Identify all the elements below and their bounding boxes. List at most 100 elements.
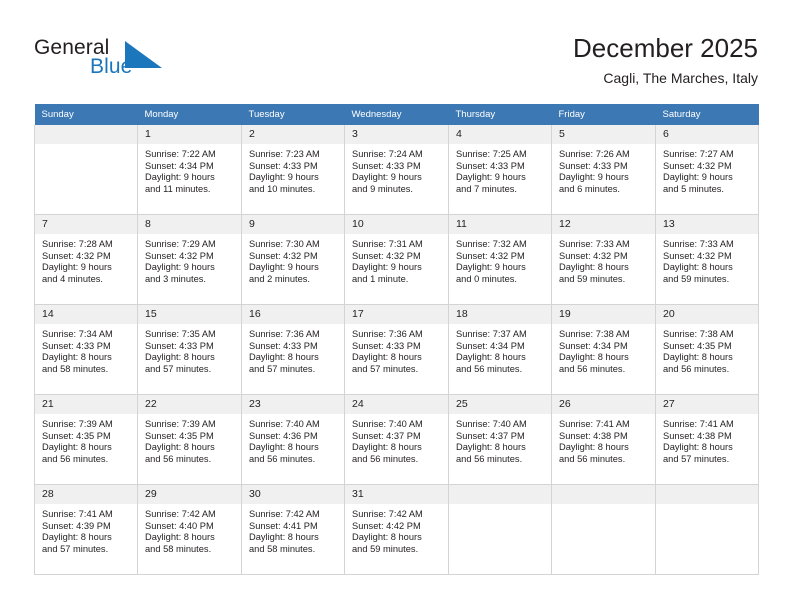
daylight-text-cont: and 57 minutes. — [352, 363, 419, 374]
day-number: 23 — [242, 395, 344, 414]
day-cell[interactable]: 4 Sunrise: 7:25 AM Sunset: 4:33 PM Dayli… — [448, 125, 552, 215]
day-cell-empty — [551, 484, 656, 575]
day-cell[interactable]: 25 Sunrise: 7:40 AM Sunset: 4:37 PM Dayl… — [448, 394, 552, 485]
calendar-page: General Blue December 2025 Cagli, The Ma… — [0, 0, 792, 612]
day-number: 30 — [242, 485, 344, 504]
day-cell[interactable]: 26 Sunrise: 7:41 AM Sunset: 4:38 PM Dayl… — [551, 394, 656, 485]
daylight-text: Daylight: 9 hours — [456, 172, 526, 183]
daylight-text-cont: and 59 minutes. — [663, 273, 730, 284]
day-cell[interactable]: 10 Sunrise: 7:31 AM Sunset: 4:32 PM Dayl… — [344, 214, 449, 305]
day-cell[interactable]: 16 Sunrise: 7:36 AM Sunset: 4:33 PM Dayl… — [241, 304, 345, 395]
day-cell[interactable]: 7 Sunrise: 7:28 AM Sunset: 4:32 PM Dayli… — [34, 214, 138, 305]
sunset-text: Sunset: 4:32 PM — [352, 250, 421, 261]
sunrise-text: Sunrise: 7:40 AM — [352, 419, 423, 429]
day-cell[interactable]: 2 Sunrise: 7:23 AM Sunset: 4:33 PM Dayli… — [241, 125, 345, 215]
daylight-text: Daylight: 8 hours — [559, 352, 629, 363]
day-cell[interactable] — [34, 125, 138, 215]
calendar-week-row: 7 Sunrise: 7:28 AM Sunset: 4:32 PM Dayli… — [34, 214, 759, 305]
daylight-text: Daylight: 8 hours — [663, 442, 733, 453]
day-number: 17 — [345, 305, 448, 324]
sunrise-text: Sunrise: 7:28 AM — [42, 239, 113, 249]
title-block: December 2025 Cagli, The Marches, Italy — [573, 32, 758, 87]
day-number — [449, 485, 551, 504]
daylight-text: Daylight: 8 hours — [249, 532, 319, 543]
sunset-text: Sunset: 4:33 PM — [145, 340, 214, 351]
day-cell[interactable]: 11 Sunrise: 7:32 AM Sunset: 4:32 PM Dayl… — [448, 214, 552, 305]
day-details: Sunrise: 7:41 AM Sunset: 4:38 PM Dayligh… — [552, 414, 655, 465]
day-details: Sunrise: 7:36 AM Sunset: 4:33 PM Dayligh… — [345, 324, 448, 375]
sunrise-text: Sunrise: 7:23 AM — [249, 149, 320, 159]
day-cell[interactable]: 23 Sunrise: 7:40 AM Sunset: 4:36 PM Dayl… — [241, 394, 345, 485]
weekday-header-saturday: Saturday — [655, 104, 759, 125]
sunset-text: Sunset: 4:32 PM — [663, 160, 732, 171]
daylight-text-cont: and 2 minutes. — [249, 273, 310, 284]
day-cell[interactable]: 31 Sunrise: 7:42 AM Sunset: 4:42 PM Dayl… — [344, 484, 449, 575]
daylight-text-cont: and 6 minutes. — [559, 183, 620, 194]
day-details: Sunrise: 7:35 AM Sunset: 4:33 PM Dayligh… — [138, 324, 241, 375]
day-details: Sunrise: 7:42 AM Sunset: 4:42 PM Dayligh… — [345, 504, 448, 555]
weekday-header-friday: Friday — [551, 104, 656, 125]
daylight-text: Daylight: 8 hours — [42, 352, 112, 363]
day-cell-empty — [448, 484, 552, 575]
brand-logo[interactable]: General Blue — [34, 36, 224, 86]
sunrise-text: Sunrise: 7:40 AM — [456, 419, 527, 429]
daylight-text-cont: and 58 minutes. — [42, 363, 109, 374]
sunset-text: Sunset: 4:35 PM — [42, 430, 111, 441]
weekday-header-tuesday: Tuesday — [241, 104, 345, 125]
day-cell[interactable]: 13 Sunrise: 7:33 AM Sunset: 4:32 PM Dayl… — [655, 214, 759, 305]
day-number: 14 — [35, 305, 137, 324]
day-cell[interactable]: 21 Sunrise: 7:39 AM Sunset: 4:35 PM Dayl… — [34, 394, 138, 485]
day-number: 15 — [138, 305, 241, 324]
sunrise-text: Sunrise: 7:42 AM — [249, 509, 320, 519]
day-cell[interactable]: 14 Sunrise: 7:34 AM Sunset: 4:33 PM Dayl… — [34, 304, 138, 395]
day-details: Sunrise: 7:27 AM Sunset: 4:32 PM Dayligh… — [656, 144, 758, 195]
daylight-text-cont: and 57 minutes. — [249, 363, 316, 374]
daylight-text: Daylight: 8 hours — [145, 352, 215, 363]
day-cell[interactable]: 19 Sunrise: 7:38 AM Sunset: 4:34 PM Dayl… — [551, 304, 656, 395]
sunrise-text: Sunrise: 7:40 AM — [249, 419, 320, 429]
day-number: 5 — [552, 125, 655, 144]
daylight-text-cont: and 56 minutes. — [663, 363, 730, 374]
sunrise-text: Sunrise: 7:36 AM — [249, 329, 320, 339]
day-number: 1 — [138, 125, 241, 144]
day-cell[interactable]: 5 Sunrise: 7:26 AM Sunset: 4:33 PM Dayli… — [551, 125, 656, 215]
day-cell[interactable]: 20 Sunrise: 7:38 AM Sunset: 4:35 PM Dayl… — [655, 304, 759, 395]
day-cell[interactable]: 12 Sunrise: 7:33 AM Sunset: 4:32 PM Dayl… — [551, 214, 656, 305]
day-cell[interactable]: 8 Sunrise: 7:29 AM Sunset: 4:32 PM Dayli… — [137, 214, 242, 305]
day-cell[interactable]: 6 Sunrise: 7:27 AM Sunset: 4:32 PM Dayli… — [655, 125, 759, 215]
day-cell[interactable]: 30 Sunrise: 7:42 AM Sunset: 4:41 PM Dayl… — [241, 484, 345, 575]
sunrise-text: Sunrise: 7:25 AM — [456, 149, 527, 159]
sunset-text: Sunset: 4:32 PM — [249, 250, 318, 261]
daylight-text-cont: and 57 minutes. — [663, 453, 730, 464]
sunrise-text: Sunrise: 7:39 AM — [145, 419, 216, 429]
daylight-text: Daylight: 9 hours — [559, 172, 629, 183]
day-cell[interactable]: 18 Sunrise: 7:37 AM Sunset: 4:34 PM Dayl… — [448, 304, 552, 395]
sunrise-text: Sunrise: 7:34 AM — [42, 329, 113, 339]
day-cell[interactable]: 28 Sunrise: 7:41 AM Sunset: 4:39 PM Dayl… — [34, 484, 138, 575]
day-cell[interactable]: 17 Sunrise: 7:36 AM Sunset: 4:33 PM Dayl… — [344, 304, 449, 395]
daylight-text: Daylight: 9 hours — [249, 172, 319, 183]
day-cell[interactable]: 22 Sunrise: 7:39 AM Sunset: 4:35 PM Dayl… — [137, 394, 242, 485]
day-details: Sunrise: 7:39 AM Sunset: 4:35 PM Dayligh… — [35, 414, 137, 465]
day-details: Sunrise: 7:32 AM Sunset: 4:32 PM Dayligh… — [449, 234, 551, 285]
day-cell[interactable]: 29 Sunrise: 7:42 AM Sunset: 4:40 PM Dayl… — [137, 484, 242, 575]
day-cell[interactable]: 24 Sunrise: 7:40 AM Sunset: 4:37 PM Dayl… — [344, 394, 449, 485]
day-details: Sunrise: 7:36 AM Sunset: 4:33 PM Dayligh… — [242, 324, 344, 375]
day-details: Sunrise: 7:42 AM Sunset: 4:41 PM Dayligh… — [242, 504, 344, 555]
day-cell[interactable]: 1 Sunrise: 7:22 AM Sunset: 4:34 PM Dayli… — [137, 125, 242, 215]
sunset-text: Sunset: 4:38 PM — [559, 430, 628, 441]
daylight-text: Daylight: 8 hours — [663, 352, 733, 363]
sunrise-text: Sunrise: 7:41 AM — [663, 419, 734, 429]
calendar-week-row: 28 Sunrise: 7:41 AM Sunset: 4:39 PM Dayl… — [34, 484, 759, 575]
day-number: 28 — [35, 485, 137, 504]
day-cell[interactable]: 9 Sunrise: 7:30 AM Sunset: 4:32 PM Dayli… — [241, 214, 345, 305]
day-number: 3 — [345, 125, 448, 144]
sunrise-text: Sunrise: 7:39 AM — [42, 419, 113, 429]
day-cell[interactable]: 27 Sunrise: 7:41 AM Sunset: 4:38 PM Dayl… — [655, 394, 759, 485]
day-cell[interactable]: 3 Sunrise: 7:24 AM Sunset: 4:33 PM Dayli… — [344, 125, 449, 215]
daylight-text: Daylight: 9 hours — [42, 262, 112, 273]
daylight-text-cont: and 4 minutes. — [42, 273, 103, 284]
sunrise-text: Sunrise: 7:42 AM — [352, 509, 423, 519]
day-details: Sunrise: 7:24 AM Sunset: 4:33 PM Dayligh… — [345, 144, 448, 195]
day-cell[interactable]: 15 Sunrise: 7:35 AM Sunset: 4:33 PM Dayl… — [137, 304, 242, 395]
